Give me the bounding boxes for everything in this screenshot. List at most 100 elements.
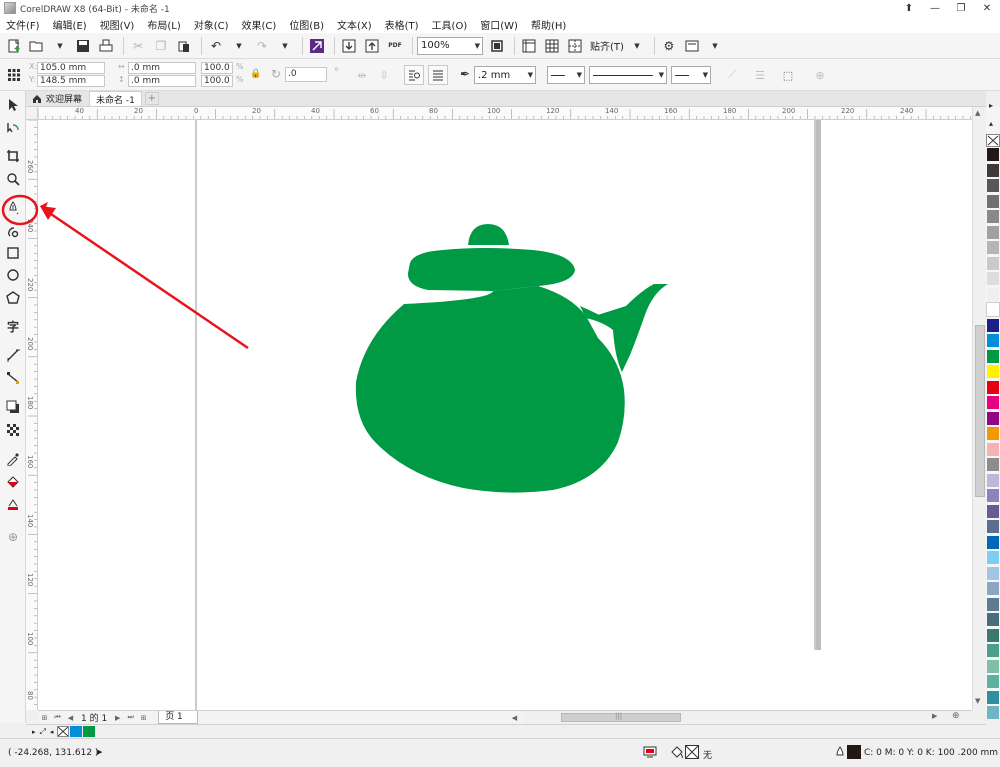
next-page-icon[interactable]: ▶ (112, 712, 123, 723)
menu-tools[interactable]: 工具(O) (432, 17, 468, 32)
snap-to-label[interactable]: 贴齐(T) (590, 38, 624, 53)
palette-swatch[interactable] (987, 520, 999, 533)
palette-swatch[interactable] (987, 675, 999, 688)
last-page-icon[interactable]: ⏭ (125, 712, 136, 723)
palette-swatch[interactable] (987, 334, 999, 347)
palette-swatch[interactable] (987, 396, 999, 409)
ruler-origin-corner[interactable] (26, 107, 38, 120)
interactive-fill-tool-icon[interactable] (3, 472, 23, 492)
import-icon[interactable] (339, 36, 359, 56)
drop-shadow-tool-icon[interactable] (3, 397, 23, 417)
palette-swatch[interactable] (987, 628, 999, 642)
freehand-smoothing-icon[interactable]: ⟋ (722, 65, 742, 85)
palette-swatch[interactable] (987, 644, 999, 657)
start-arrowhead-select[interactable]: ▼ (547, 66, 585, 84)
palette-swatch[interactable] (987, 349, 999, 363)
print-icon[interactable] (96, 36, 116, 56)
teapot-knob[interactable] (468, 224, 509, 245)
horizontal-ruler[interactable]: 40 20 0 20 40 60 80 100 120 140 160 180 … (38, 107, 972, 120)
text-tool-icon[interactable]: 字 (3, 316, 23, 336)
menu-window[interactable]: 窗口(W) (480, 17, 518, 32)
palette-swatch[interactable] (987, 163, 999, 177)
search-content-icon[interactable] (307, 36, 327, 56)
add-page-after-icon[interactable]: ⊞ (138, 712, 149, 723)
doc-palette-eyedropper-icon[interactable]: ⤢ (40, 727, 46, 737)
mirror-horizontal-icon[interactable]: ⇹ (352, 65, 372, 85)
doc-palette-scroll-icon[interactable]: ◂ (50, 728, 54, 736)
palette-swatch[interactable] (987, 148, 999, 161)
object-origin-icon[interactable] (4, 65, 24, 85)
scroll-down-icon[interactable]: ▼ (975, 697, 980, 705)
open-dropdown-icon[interactable]: ▼ (50, 36, 70, 56)
teapot-shape[interactable] (355, 224, 668, 493)
doc-palette-swatch-blue[interactable] (70, 726, 83, 737)
horizontal-scrollbar[interactable]: ||| ▶ ⊕ (524, 710, 972, 724)
palette-swatch[interactable] (987, 690, 999, 704)
zoom-to-fit-icon[interactable]: ⊕ (952, 711, 960, 721)
palette-swatch[interactable] (987, 365, 999, 378)
palette-swatch[interactable] (987, 473, 999, 487)
lock-ratio-icon[interactable]: 🔒 (250, 69, 261, 79)
palette-swatch[interactable] (987, 597, 999, 611)
transparency-tool-icon[interactable] (3, 420, 23, 440)
show-guidelines-icon[interactable] (565, 36, 585, 56)
rectangle-tool-icon[interactable] (3, 243, 23, 263)
paste-icon[interactable] (174, 36, 194, 56)
y-position-field[interactable]: 148.5 mm (37, 75, 105, 87)
scale-height-field[interactable]: 100.0 (201, 75, 233, 87)
palette-scroll-up-icon[interactable]: ▸ (989, 101, 993, 110)
palette-swatch[interactable] (987, 566, 999, 580)
add-tool-icon[interactable]: ⊕ (3, 527, 23, 547)
connector-tool-icon[interactable] (3, 368, 23, 388)
bounding-box-icon[interactable]: ⬚ (778, 65, 798, 85)
palette-swatch[interactable] (987, 411, 999, 425)
copy-icon[interactable]: ❐ (151, 36, 171, 56)
add-page-before-icon[interactable]: ⊞ (39, 712, 50, 723)
zoom-tool-icon[interactable] (3, 169, 23, 189)
palette-swatch[interactable] (987, 194, 999, 208)
application-launcher-icon[interactable] (682, 36, 702, 56)
export-icon[interactable] (362, 36, 382, 56)
palette-swatch[interactable] (987, 272, 999, 285)
publish-pdf-icon[interactable]: PDF (385, 36, 405, 56)
height-field[interactable]: .0 mm (128, 75, 196, 87)
vertical-scrollbar[interactable]: ▲ ▼ (972, 107, 986, 710)
doc-palette-none-swatch[interactable] (57, 726, 70, 737)
minimize-button[interactable]: — (922, 0, 948, 16)
wrap-text-icon[interactable] (404, 65, 424, 85)
palette-swatch[interactable] (987, 427, 999, 440)
shape-tool-icon[interactable] (3, 118, 23, 138)
palette-swatch[interactable] (987, 256, 999, 270)
drawing-canvas[interactable] (38, 120, 972, 710)
end-arrowhead-select[interactable]: ▼ (671, 66, 711, 84)
tab-welcome-screen[interactable]: 欢迎屏幕 (26, 91, 89, 106)
palette-swatch[interactable] (987, 613, 999, 626)
save-icon[interactable] (73, 36, 93, 56)
page-tab-1[interactable]: 页 1 (158, 711, 198, 724)
width-field[interactable]: .0 mm (128, 62, 196, 74)
palette-swatch[interactable] (987, 458, 999, 471)
palette-swatch[interactable] (987, 535, 999, 549)
menu-object[interactable]: 对象(C) (194, 17, 229, 32)
window-help-icon[interactable]: ⬆ (896, 0, 922, 16)
menu-edit[interactable]: 编辑(E) (53, 17, 87, 32)
add-tab-button[interactable]: + (144, 92, 159, 105)
menu-text[interactable]: 文本(X) (337, 17, 372, 32)
show-rulers-icon[interactable] (519, 36, 539, 56)
palette-swatch[interactable] (987, 442, 999, 456)
palette-swatch[interactable] (987, 504, 999, 518)
fill-none-swatch[interactable] (685, 745, 699, 762)
parallel-dimension-tool-icon[interactable] (3, 345, 23, 365)
cut-icon[interactable]: ✂ (128, 36, 148, 56)
palette-swatch[interactable] (987, 179, 999, 192)
scale-width-field[interactable]: 100.0 (201, 62, 233, 74)
palette-swatch[interactable] (987, 659, 999, 673)
crop-tool-icon[interactable] (3, 146, 23, 166)
scroll-up-icon[interactable]: ▲ (975, 109, 980, 117)
palette-swatch[interactable] (987, 582, 999, 595)
close-button[interactable]: ✕ (974, 0, 1000, 16)
polygon-tool-icon[interactable] (3, 288, 23, 308)
new-document-icon[interactable] (4, 36, 24, 56)
outline-color-swatch[interactable] (847, 745, 861, 759)
snap-dropdown-icon[interactable]: ▼ (627, 36, 647, 56)
